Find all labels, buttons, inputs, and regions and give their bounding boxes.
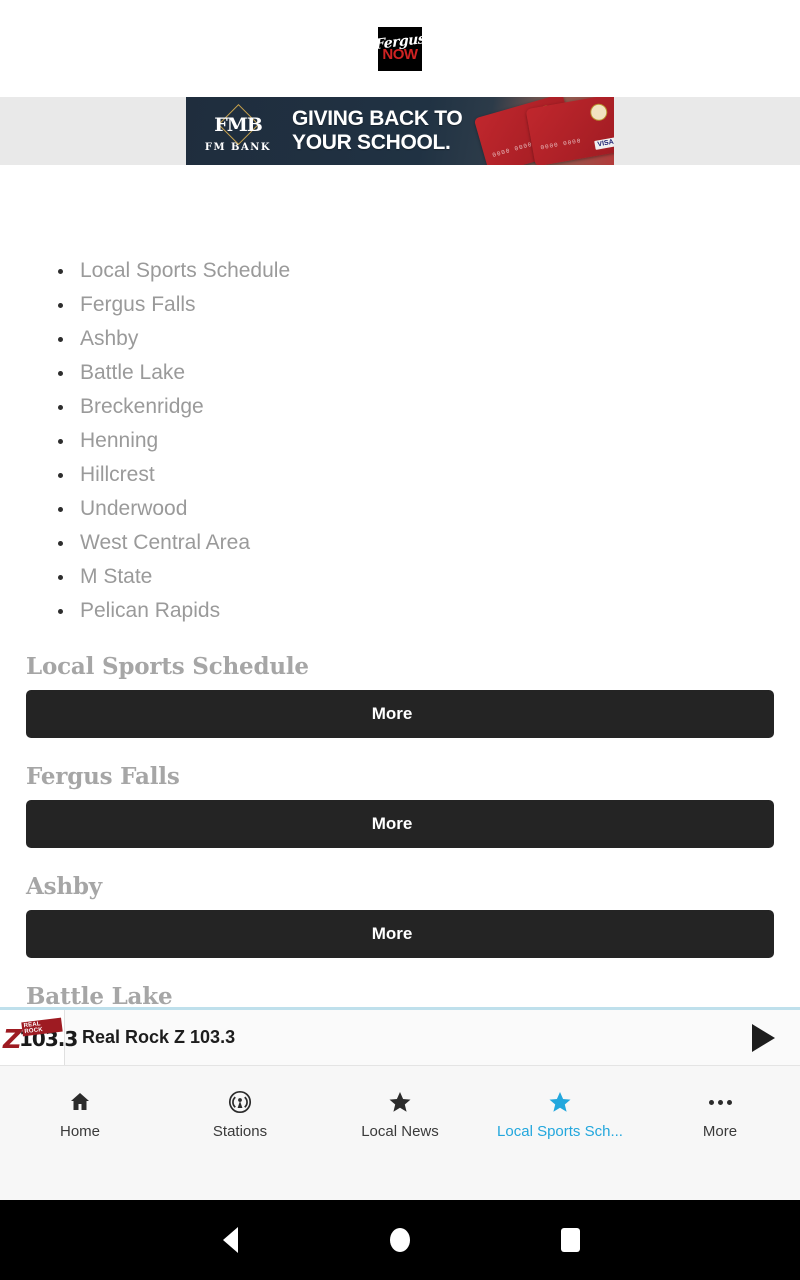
tab-label: Local Sports Sch... [497,1123,623,1140]
list-item[interactable]: Underwood [0,492,800,526]
star-icon [388,1090,412,1114]
station-logo: Z 103.3 REAL ROCK [0,1010,78,1065]
section-heading: Ashby [26,873,102,900]
star-icon [548,1090,572,1114]
home-icon [68,1090,92,1114]
list-item[interactable]: Fergus Falls [0,288,800,322]
list-item[interactable]: Henning [0,424,800,458]
tab-more[interactable]: More [640,1090,800,1140]
list-item[interactable]: Breckenridge [0,390,800,424]
android-navigation-bar [0,1200,800,1280]
list-item[interactable]: Hillcrest [0,458,800,492]
ad-headline-line2: your school. [292,131,451,154]
list-item[interactable]: M State [0,560,800,594]
list-item[interactable]: Battle Lake [0,356,800,390]
recents-square-icon[interactable] [540,1200,600,1280]
tab-local-news[interactable]: Local News [320,1090,480,1140]
fmb-diamond-icon: FMB [209,110,267,140]
bottom-tab-bar: Home Stations Local News Local Sports Sc… [0,1065,800,1200]
more-button[interactable]: More [26,690,774,738]
fm-bank-ad-banner[interactable]: FMB FM BANK Giving back to your school. … [186,97,614,165]
tab-label: Home [59,1123,100,1140]
section-heading: Fergus Falls [26,763,180,790]
list-item[interactable]: West Central Area [0,526,800,560]
main-content[interactable]: Local Sports Schedule Fergus Falls Ashby… [0,165,800,1095]
ad-brand-block: FMB FM BANK [186,97,290,165]
broadcast-icon [228,1090,252,1114]
app-header: Fergus NOW [0,0,800,97]
ad-card-seal-icon [588,102,609,123]
tab-stations[interactable]: Stations [160,1090,320,1140]
play-icon [752,1023,775,1052]
player-station-title: Real Rock Z 103.3 [82,1027,236,1047]
list-item[interactable]: Ashby [0,322,800,356]
ad-card-network: VISA [593,137,614,150]
back-icon[interactable] [200,1200,260,1280]
play-button[interactable] [726,1009,800,1067]
ellipsis-icon [708,1090,732,1114]
ad-credit-cards-image: 0000 0000 VISA 0000 0000 VISA [473,97,614,165]
category-bullet-list: Local Sports Schedule Fergus Falls Ashby… [0,165,800,628]
tab-home[interactable]: Home [0,1090,160,1140]
section-local-sports-schedule: Local Sports Schedule More [0,628,800,738]
app-screen: Fergus NOW FMB FM BANK Giving back to yo… [0,0,800,1280]
section-ashby: Ashby More [0,848,800,958]
section-heading: Local Sports Schedule [26,653,309,680]
ad-headline-line1: Giving back to [292,107,463,130]
ad-brand-mark: FMB [214,113,263,136]
more-button[interactable]: More [26,910,774,958]
tab-label: Stations [212,1123,268,1140]
section-fergus-falls: Fergus Falls More [0,738,800,848]
mini-player: Z 103.3 REAL ROCK Real Rock Z 103.3 [0,1007,800,1065]
ad-card-number: 0000 0000 [491,140,534,159]
tab-label: More [702,1123,738,1140]
ad-card-number: 0000 0000 [539,137,582,152]
tab-label: Local News [361,1123,439,1140]
more-button[interactable]: More [26,800,774,848]
ad-strip: FMB FM BANK Giving back to your school. … [0,97,800,165]
list-item[interactable]: Local Sports Schedule [0,254,800,288]
home-circle-icon[interactable] [370,1200,430,1280]
fergus-now-logo[interactable]: Fergus NOW [378,26,422,71]
tab-local-sports-schedule[interactable]: Local Sports Sch... [480,1090,640,1140]
list-item[interactable]: Pelican Rapids [0,594,800,628]
ad-card-front: 0000 0000 VISA [525,97,614,165]
ad-headline: Giving back to your school. [290,107,463,155]
